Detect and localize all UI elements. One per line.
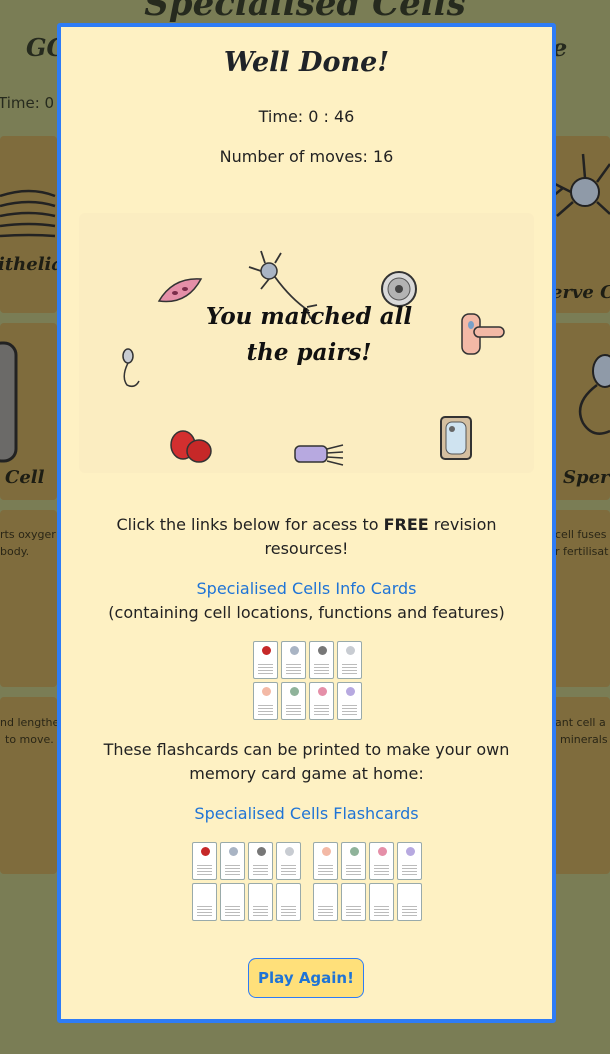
- resources-intro: Click the links below for acess to FREE …: [81, 513, 532, 561]
- flashcard-thumb: [369, 842, 394, 880]
- flashcard-thumb: [397, 883, 422, 921]
- info-cards-preview[interactable]: [253, 641, 368, 720]
- info-card-thumb: [337, 682, 362, 720]
- flashcard-thumb: [248, 842, 273, 880]
- info-cards-link[interactable]: Specialised Cells Info Cards: [81, 577, 532, 601]
- flashcard-thumb: [313, 842, 338, 880]
- nerve-cell-icon: [553, 153, 610, 217]
- flashcard-thumb: [341, 842, 366, 880]
- modal-title: Well Done!: [223, 47, 390, 78]
- memory-card[interactable]: Cell: [0, 323, 57, 500]
- card-label: ithelia: [0, 254, 57, 275]
- memory-card[interactable]: Sperm: [553, 323, 610, 500]
- time-result: Time: 0 : 46: [258, 107, 355, 126]
- flashcard-thumb: [276, 842, 301, 880]
- flashcards-preview-2[interactable]: [313, 842, 428, 921]
- flashcard-thumb: [220, 883, 245, 921]
- info-card-thumb: [337, 641, 362, 679]
- card-text: to move.: [5, 733, 54, 746]
- info-card-thumb: [309, 641, 334, 679]
- card-text: ant cell a: [555, 716, 606, 729]
- flashcard-thumb: [369, 883, 394, 921]
- flashcard-thumb: [341, 883, 366, 921]
- info-card-thumb: [253, 641, 278, 679]
- flashcard-thumb: [220, 842, 245, 880]
- celebration-banner: You matched all the pairs!: [79, 213, 534, 473]
- moves-result: Number of moves: 16: [219, 147, 394, 166]
- card-text: rts oxyger: [0, 528, 56, 541]
- ciliated-cell-icon: [294, 444, 344, 466]
- intro-text-1: Click the links below for acess to: [116, 515, 384, 534]
- flashcards-preview-1[interactable]: [192, 842, 307, 921]
- info-card-thumb: [281, 641, 306, 679]
- flashcards-link[interactable]: Specialised Cells Flashcards: [81, 802, 532, 826]
- sperm-cell-icon: [578, 354, 610, 435]
- celebration-text: You matched all the pairs!: [205, 303, 413, 366]
- game-timer: Time: 0: [0, 94, 55, 112]
- intro-free-bold: FREE: [383, 515, 429, 534]
- card-label: erve C: [553, 282, 610, 303]
- game-title: Specialised Cells: [144, 0, 466, 24]
- cell-icon: [0, 341, 18, 463]
- info-card-thumb: [253, 682, 278, 720]
- card-text: body.: [0, 545, 30, 558]
- flashcard-thumb: [192, 842, 217, 880]
- info-card-thumb: [309, 682, 334, 720]
- flashcard-thumb: [276, 883, 301, 921]
- card-text: nd lengthe: [0, 716, 60, 729]
- info-card-thumb: [281, 682, 306, 720]
- card-text: minerals: [560, 733, 608, 746]
- win-modal: Well Done! Time: 0 : 46 Number of moves:…: [57, 23, 556, 1023]
- flashcard-thumb: [313, 883, 338, 921]
- flashcards-description: These flashcards can be printed to make …: [103, 740, 510, 783]
- card-label: Cell: [5, 467, 45, 488]
- red-blood-cell-icon: [170, 430, 212, 463]
- flashcard-thumb: [248, 883, 273, 921]
- memory-card[interactable]: erve C: [553, 136, 610, 313]
- info-cards-description: (containing cell locations, functions an…: [108, 603, 505, 622]
- flashcard-thumb: [397, 842, 422, 880]
- card-label: Sperm: [563, 467, 610, 488]
- memory-card[interactable]: ithelia: [0, 136, 57, 313]
- card-text: r fertilisat: [555, 545, 609, 558]
- root-hair-cell-icon: [461, 313, 505, 355]
- sperm-cell-icon: [122, 348, 140, 388]
- play-again-button[interactable]: Play Again!: [248, 958, 364, 998]
- plant-cell-icon: [440, 416, 472, 460]
- flashcard-thumb: [192, 883, 217, 921]
- card-text: cell fuses: [555, 528, 607, 541]
